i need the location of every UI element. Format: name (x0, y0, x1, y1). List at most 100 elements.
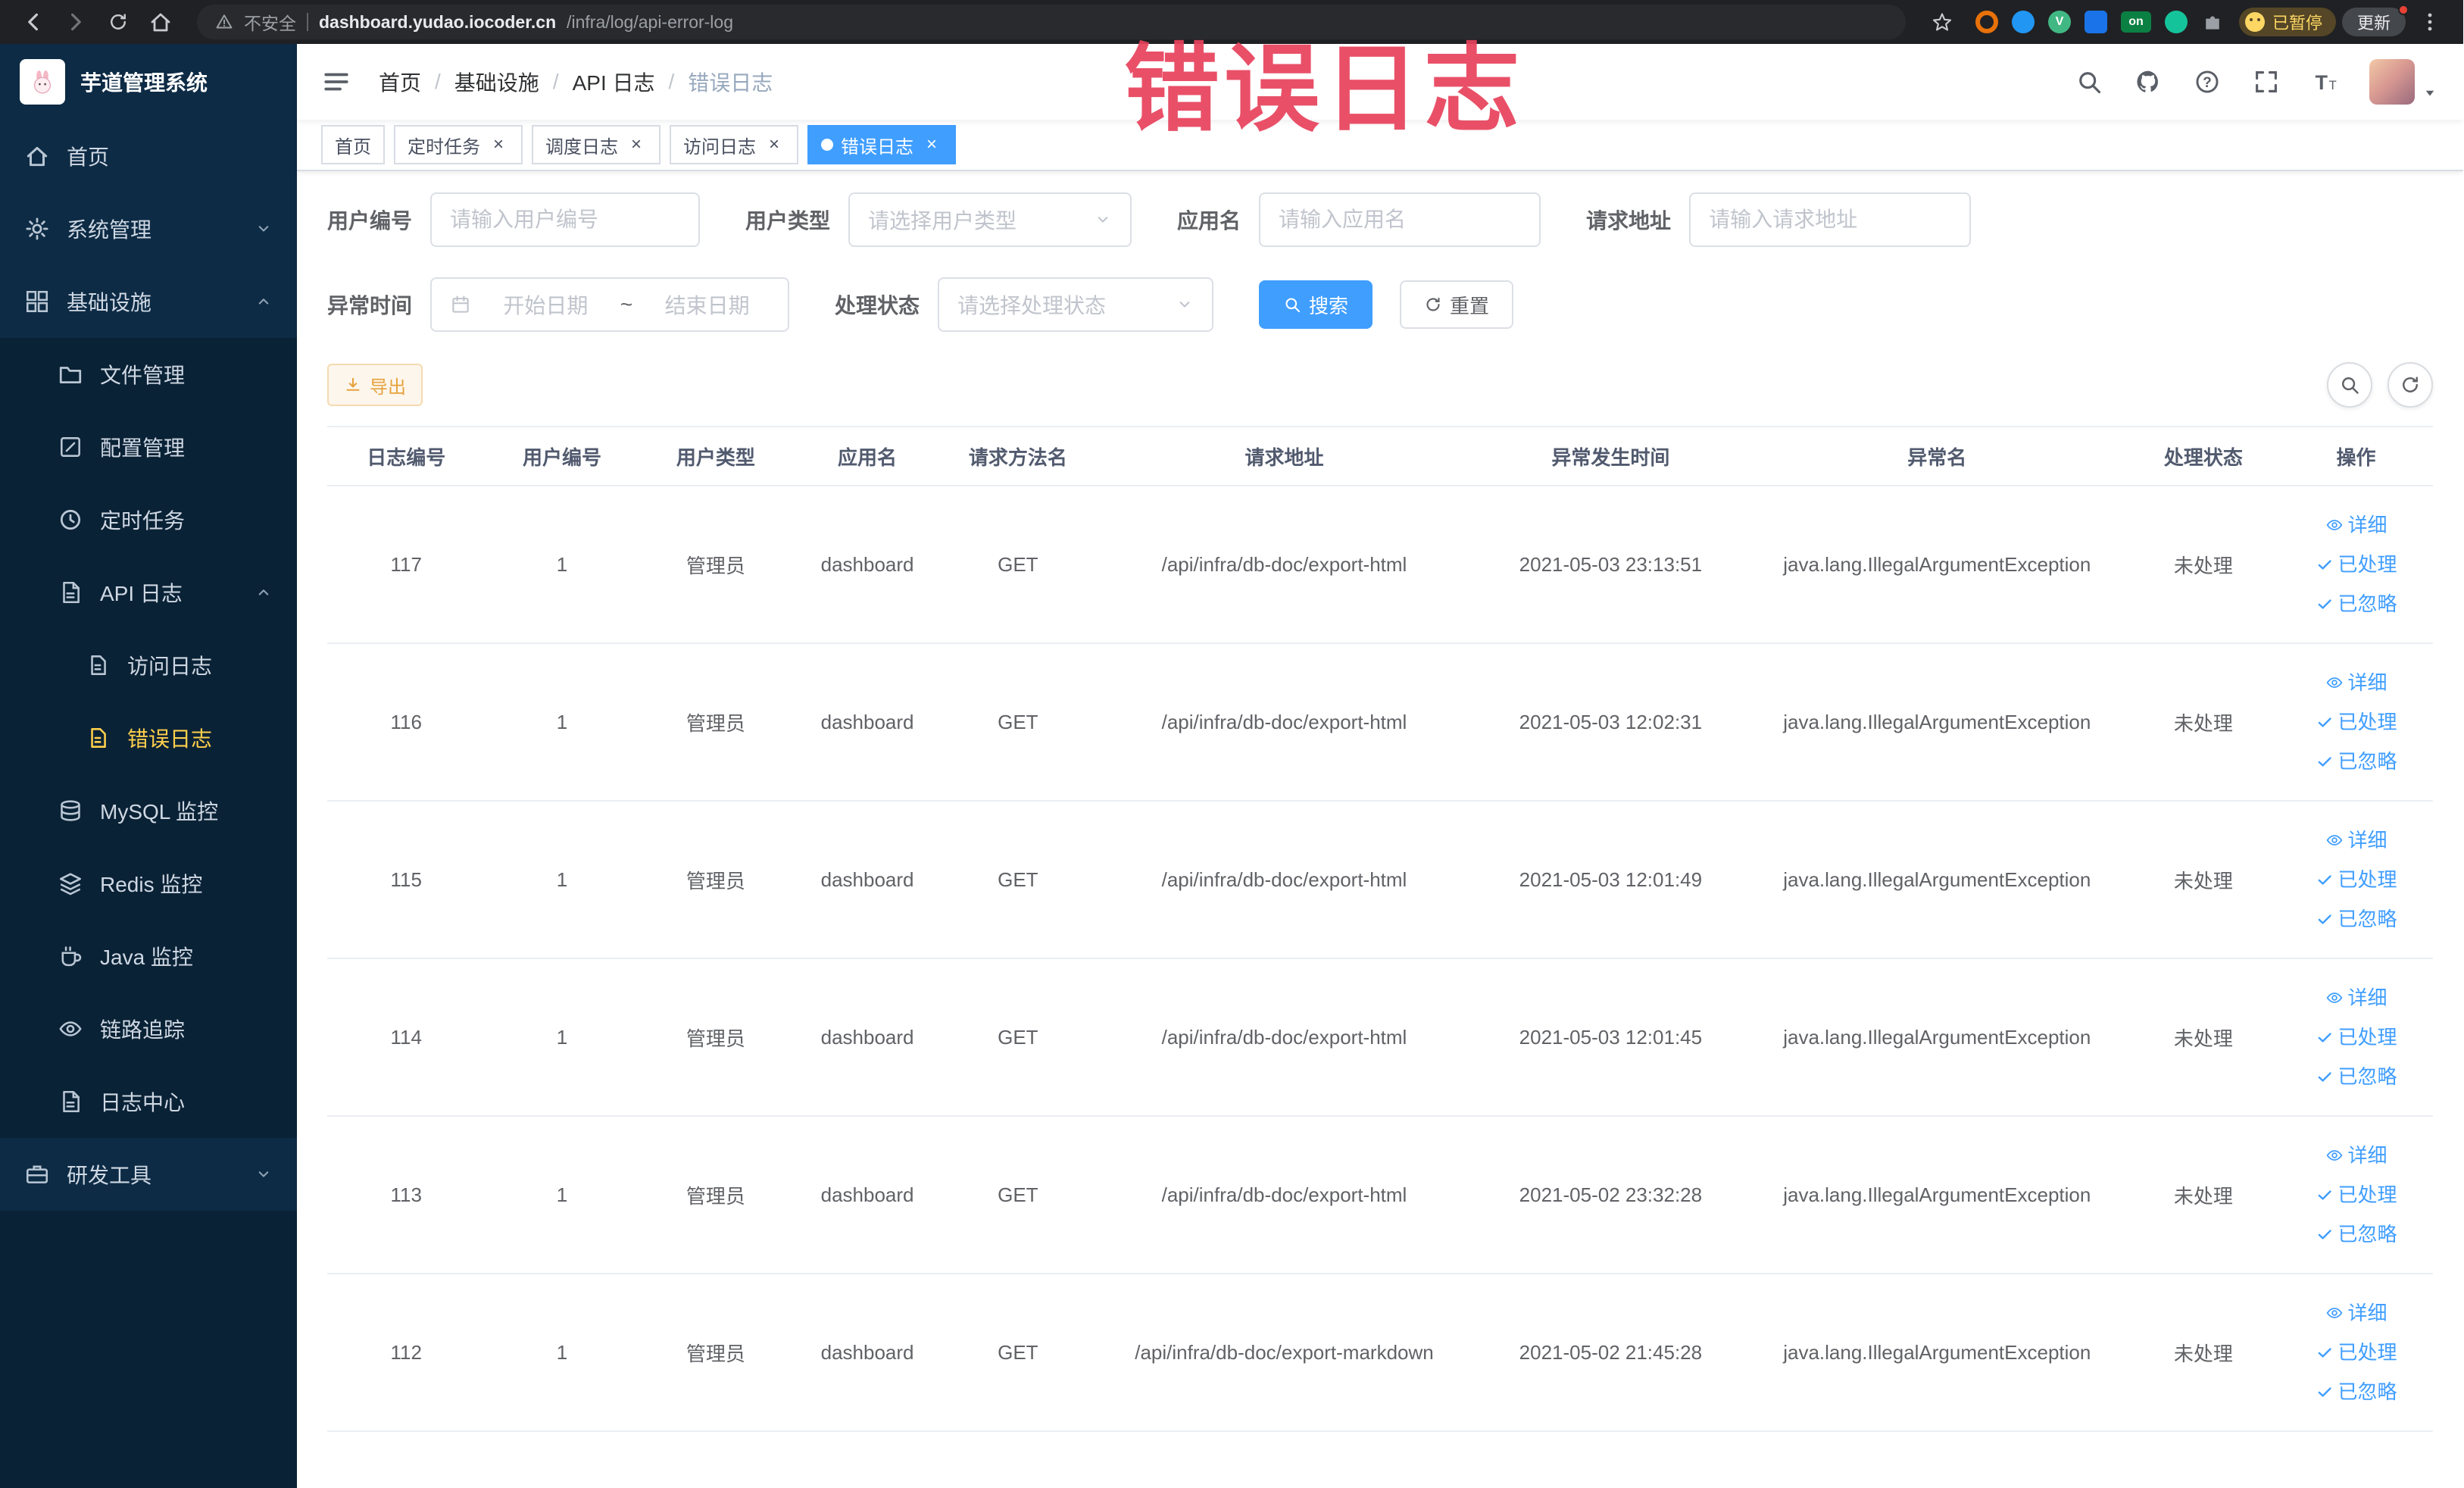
github-icon[interactable] (2133, 67, 2163, 97)
extension-on-badge[interactable]: on (2120, 11, 2151, 33)
action-processed-link[interactable]: 已处理 (2282, 1018, 2430, 1057)
caret-down-icon (2421, 83, 2439, 102)
tab-close-icon[interactable]: × (921, 134, 942, 155)
tab-access-log[interactable]: 访问日志 × (670, 125, 798, 164)
action-processed-link[interactable]: 已处理 (2282, 545, 2430, 584)
tab-scheduled-jobs[interactable]: 定时任务 × (394, 125, 523, 164)
font-size-icon[interactable] (2310, 67, 2341, 97)
page-content: 用户编号 用户类型 请选择用户类型 应用名 (297, 171, 2463, 1488)
browser-forward-button[interactable] (58, 4, 94, 40)
cell-user-type: 管理员 (639, 643, 793, 802)
cell-app-name: dashboard (792, 801, 942, 959)
fullscreen-icon[interactable] (2251, 67, 2281, 97)
extension-vue-icon[interactable]: V (2047, 11, 2071, 33)
filter-user-id: 用户编号 (327, 192, 701, 247)
help-icon[interactable] (2192, 67, 2222, 97)
action-ignored-link[interactable]: 已忽略 (2282, 1214, 2430, 1254)
toggle-search-button[interactable] (2327, 362, 2372, 408)
action-processed-link[interactable]: 已处理 (2282, 860, 2430, 899)
extension-icons: V on (1975, 11, 2224, 33)
browser-update-button[interactable]: 更新 (2341, 5, 2409, 36)
sidebar-item-infrastructure[interactable]: 基础设施 (0, 265, 297, 338)
action-detail-link[interactable]: 详细 (2282, 505, 2430, 545)
user-type-select[interactable]: 请选择用户类型 (848, 192, 1132, 247)
action-ignored-link[interactable]: 已忽略 (2282, 742, 2430, 781)
sidebar-item-api-logs[interactable]: API 日志 (0, 556, 297, 629)
refresh-icon (2400, 374, 2421, 395)
sidebar-item-file-management[interactable]: 文件管理 (0, 338, 297, 411)
action-detail-link[interactable]: 详细 (2282, 978, 2430, 1018)
filter-request-url: 请求地址 (1586, 192, 1972, 247)
hamburger-icon[interactable] (321, 67, 351, 97)
action-ignored-link[interactable]: 已忽略 (2282, 1372, 2430, 1411)
sidebar-item-dev-tools[interactable]: 研发工具 (0, 1138, 297, 1211)
sidebar-item-log-center[interactable]: 日志中心 (0, 1065, 297, 1138)
tab-close-icon[interactable]: × (764, 134, 785, 155)
action-processed-link[interactable]: 已处理 (2282, 1175, 2430, 1214)
main-area: 首页 / 基础设施 / API 日志 / 错误日志 首页 定时任务 × 调度日志… (297, 44, 2463, 1488)
extension-grid-icon[interactable] (2084, 11, 2107, 33)
sidebar-item-mysql-monitor[interactable]: MySQL 监控 (0, 774, 297, 847)
browser-back-button[interactable] (15, 4, 52, 40)
sidebar-item-trace[interactable]: 链路追踪 (0, 993, 297, 1065)
breadcrumb-api-logs[interactable]: API 日志 (573, 67, 655, 97)
browser-reload-button[interactable] (100, 4, 136, 40)
extension-blue-icon[interactable] (2011, 11, 2035, 33)
user-avatar[interactable] (2369, 59, 2439, 105)
action-ignored-link[interactable]: 已忽略 (2282, 1057, 2430, 1096)
action-processed-link[interactable]: 已处理 (2282, 702, 2430, 742)
extensions-puzzle-icon[interactable] (2201, 11, 2224, 33)
chevron-down-icon (1176, 295, 1194, 314)
exception-time-range-picker[interactable]: 开始日期 ~ 结束日期 (430, 277, 790, 332)
reset-button[interactable]: 重置 (1400, 280, 1514, 329)
sidebar-item-system-management[interactable]: 系统管理 (0, 192, 297, 265)
action-detail-link[interactable]: 详细 (2282, 821, 2430, 860)
search-button[interactable]: 搜索 (1259, 280, 1373, 329)
infrastructure-icon (24, 289, 50, 314)
address-bar[interactable]: 不安全 dashboard.yudao.iocoder.cn/infra/log… (197, 5, 1906, 39)
sidebar-item-error-log[interactable]: 错误日志 (0, 702, 297, 774)
tab-error-log[interactable]: 错误日志 × (807, 125, 956, 164)
action-ignored-link[interactable]: 已忽略 (2282, 899, 2430, 939)
sidebar-logo[interactable]: 芋道管理系统 (0, 44, 297, 120)
action-detail-link[interactable]: 详细 (2282, 1293, 2430, 1333)
action-detail-link[interactable]: 详细 (2282, 663, 2430, 702)
sidebar-item-config-management[interactable]: 配置管理 (0, 411, 297, 483)
user-id-input[interactable] (430, 192, 701, 247)
check-icon (2316, 595, 2334, 613)
sidebar-item-java-monitor[interactable]: Java 监控 (0, 920, 297, 993)
action-detail-link[interactable]: 详细 (2282, 1136, 2430, 1175)
browser-menu-button[interactable] (2412, 10, 2448, 34)
tab-close-icon[interactable]: × (626, 134, 647, 155)
extension-red-icon[interactable] (1975, 11, 1998, 33)
search-icon[interactable] (2074, 67, 2104, 97)
action-processed-link[interactable]: 已处理 (2282, 1333, 2430, 1372)
cell-user-id: 1 (485, 1274, 639, 1432)
cell-actions: 详细 已处理 已忽略 (2279, 486, 2433, 644)
refresh-icon (1424, 295, 1442, 314)
cell-exception-time: 2021-05-03 12:02:31 (1475, 643, 1747, 802)
bookmark-star-button[interactable] (1924, 4, 1960, 40)
app-name-input[interactable] (1259, 192, 1541, 247)
paused-badge[interactable]: 已暂停 (2238, 8, 2336, 36)
header-user-type: 用户类型 (639, 426, 793, 486)
file-icon (85, 652, 111, 678)
export-button[interactable]: 导出 (327, 364, 423, 406)
tab-close-icon[interactable]: × (488, 134, 509, 155)
sidebar-item-redis-monitor[interactable]: Redis 监控 (0, 847, 297, 920)
extension-green-icon[interactable] (2164, 11, 2188, 33)
sidebar-item-access-log[interactable]: 访问日志 (0, 629, 297, 702)
request-url-input[interactable] (1689, 192, 1972, 247)
sidebar-item-scheduled-jobs[interactable]: 定时任务 (0, 483, 297, 556)
url-path: /infra/log/api-error-log (567, 11, 733, 32)
breadcrumb-home[interactable]: 首页 (379, 67, 421, 97)
sidebar-item-home[interactable]: 首页 (0, 120, 297, 192)
tab-home[interactable]: 首页 (321, 125, 385, 164)
tab-schedule-log[interactable]: 调度日志 × (532, 125, 661, 164)
browser-home-button[interactable] (142, 4, 179, 40)
action-ignored-link[interactable]: 已忽略 (2282, 584, 2430, 624)
breadcrumb-infrastructure[interactable]: 基础设施 (454, 67, 539, 97)
filter-row-1: 用户编号 用户类型 请选择用户类型 应用名 (327, 192, 2433, 247)
process-status-select[interactable]: 请选择处理状态 (938, 277, 1214, 332)
refresh-table-button[interactable] (2387, 362, 2433, 408)
